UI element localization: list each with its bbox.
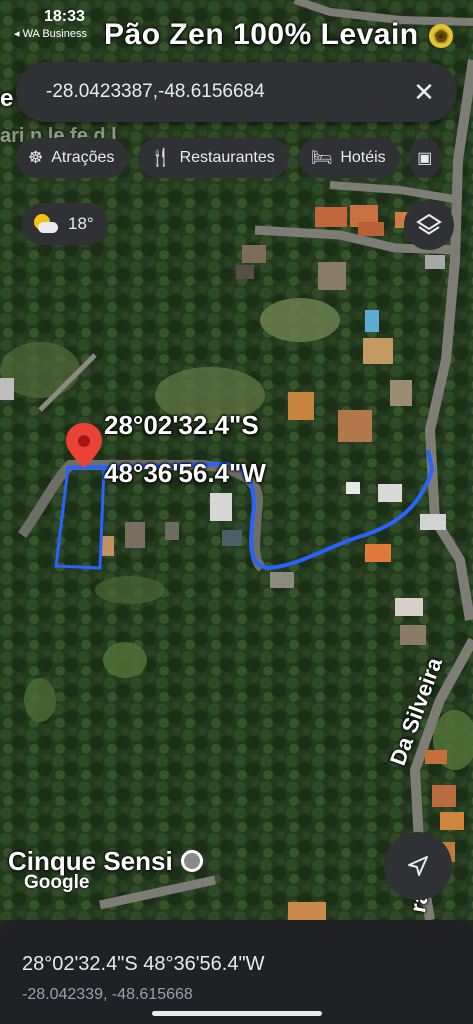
map-label-edge: e: [0, 85, 14, 112]
coordinates-decimal: -28.042339, -48.615668: [22, 986, 193, 1003]
home-indicator: [152, 1011, 322, 1016]
chip-restaurants[interactable]: 🍴 Restaurantes: [138, 138, 289, 178]
status-bar: 18:33 ◂ WA Business: [14, 8, 87, 40]
chip-more[interactable]: ▣: [409, 138, 440, 178]
satellite-map[interactable]: 18:33 ◂ WA Business Pão Zen 100% Levain …: [0, 0, 473, 920]
navigation-button[interactable]: [384, 832, 452, 900]
weather-chip[interactable]: 18°: [22, 203, 108, 245]
chip-attractions[interactable]: ☸ Atrações: [16, 138, 129, 178]
chip-label: Atrações: [51, 149, 115, 166]
place-name-banner[interactable]: Pão Zen 100% Levain ✿: [104, 18, 454, 52]
chip-label: Hotéis: [340, 149, 386, 166]
bottom-sheet[interactable]: 28°02'32.4"S 48°36'56.4"W -28.042339, -4…: [0, 920, 473, 1024]
close-icon[interactable]: ✕: [409, 77, 439, 108]
fork-knife-icon: 🍴: [150, 148, 172, 167]
search-query[interactable]: -28.0423387,-48.6156684: [46, 81, 409, 103]
pin-latitude-label: 28°02'32.4"S: [104, 410, 259, 440]
weather-temp: 18°: [68, 214, 94, 233]
place-name: Pão Zen 100% Levain: [104, 18, 419, 51]
chip-label: Restaurantes: [179, 149, 275, 166]
pin-longitude-label: 48°36'56.4"W: [104, 458, 266, 488]
leaf-icon: ✿: [429, 24, 454, 49]
coordinates-dms: 28°02'32.4"S 48°36'56.4"W: [22, 953, 265, 975]
status-time: 18:33: [44, 8, 85, 25]
bed-icon: 🛏: [310, 148, 333, 167]
partly-cloudy-icon: [32, 214, 58, 234]
layers-button[interactable]: [404, 200, 454, 250]
ferris-wheel-icon: ☸: [28, 148, 44, 167]
more-chip-icon: ▣: [417, 150, 433, 167]
google-attribution: Google: [24, 872, 90, 893]
chip-hotels[interactable]: 🛏 Hotéis: [298, 138, 400, 178]
navigation-arrow-icon: [408, 856, 428, 876]
layers-icon: [416, 213, 442, 235]
back-to-app-link[interactable]: ◂ WA Business: [14, 27, 87, 40]
search-bar[interactable]: -28.0423387,-48.6156684 ✕: [16, 62, 457, 122]
category-chips: ☸ Atrações 🍴 Restaurantes 🛏 Hotéis ▣: [16, 138, 440, 178]
poi-marker-icon: [180, 850, 203, 873]
